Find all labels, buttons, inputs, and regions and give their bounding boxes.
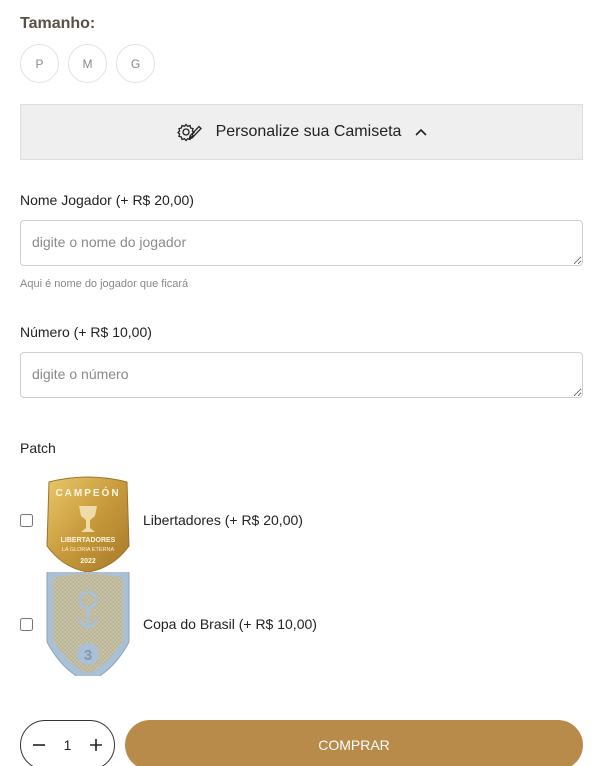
size-title: Tamanho: — [20, 15, 96, 32]
libertadores-patch-image: CAMPEÓN LIBERTADORES LA GLORIA ETERNA 20… — [43, 468, 133, 572]
patch-copa-label: Copa do Brasil (+ R$ 10,00) — [143, 616, 317, 632]
patch-copa-checkbox[interactable] — [20, 617, 33, 631]
badge-mid-text: LIBERTADORES — [61, 537, 116, 544]
badge-year-text: 2022 — [80, 558, 96, 565]
quantity-value[interactable]: 1 — [64, 737, 72, 753]
patch-libertadores-label: Libertadores (+ R$ 20,00) — [143, 512, 303, 528]
quantity-stepper: 1 — [20, 720, 115, 766]
patch-title: Patch — [20, 440, 56, 456]
buy-button[interactable]: COMPRAR — [125, 720, 583, 766]
badge-top-text: CAMPEÓN — [55, 486, 120, 499]
patch-option-libertadores: CAMPEÓN LIBERTADORES LA GLORIA ETERNA 20… — [20, 468, 303, 572]
plus-icon[interactable] — [86, 735, 106, 755]
patch-libertadores-checkbox[interactable] — [20, 513, 33, 527]
minus-icon[interactable] — [29, 735, 49, 755]
player-name-hint: Aqui é nome do jogador que ficará — [20, 278, 189, 290]
badge-sub-text: LA GLORIA ETERNA — [62, 547, 115, 553]
badge-number-text: 3 — [84, 647, 92, 664]
patch-option-copa-do-brasil: 3 Copa do Brasil (+ R$ 10,00) — [20, 572, 317, 676]
personalize-label: Personalize sua Camiseta — [215, 123, 402, 140]
chevron-up-icon — [415, 128, 428, 136]
player-name-input[interactable] — [21, 221, 582, 265]
gear-pen-icon — [176, 122, 202, 142]
size-option-p[interactable]: P — [20, 44, 59, 83]
size-option-m[interactable]: M — [68, 44, 107, 83]
number-field — [20, 352, 583, 398]
number-input[interactable] — [21, 353, 582, 397]
player-name-label: Nome Jogador (+ R$ 20,00) — [20, 192, 194, 208]
personalize-toggle[interactable]: Personalize sua Camiseta — [20, 104, 583, 160]
number-label: Número (+ R$ 10,00) — [20, 324, 152, 340]
size-option-g[interactable]: G — [116, 44, 155, 83]
copa-do-brasil-patch-image: 3 — [43, 572, 133, 676]
size-options: P M G — [20, 44, 155, 83]
player-name-field — [20, 220, 583, 266]
